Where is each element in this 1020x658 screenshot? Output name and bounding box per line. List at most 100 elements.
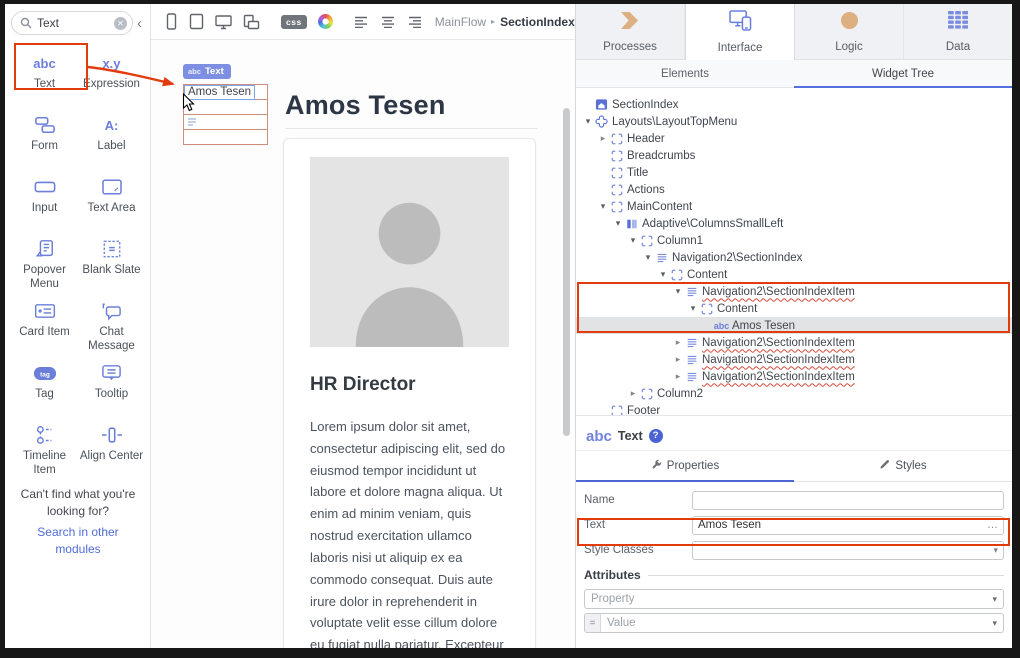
tab-properties[interactable]: Properties — [576, 451, 794, 481]
tab-elements[interactable]: Elements — [576, 60, 794, 87]
caret-down-icon[interactable]: ▾ — [627, 235, 639, 246]
css-editor-button[interactable]: css — [281, 15, 307, 29]
section-index-item[interactable] — [183, 99, 268, 115]
attribute-value-select[interactable]: =Value▾ — [584, 613, 1004, 633]
align-left-icon[interactable] — [354, 16, 370, 28]
caret-right-icon[interactable]: ▸ — [672, 371, 684, 382]
caret-down-icon[interactable]: ▾ — [657, 269, 669, 280]
preview-phone-icon[interactable] — [165, 13, 178, 30]
align-right-icon[interactable] — [408, 16, 424, 28]
tab-logic[interactable]: Logic — [795, 4, 904, 59]
align-center-icon[interactable] — [381, 16, 397, 28]
tree-item-sectionindex[interactable]: SectionIndex — [576, 96, 1012, 113]
tree-item-navigation2-sectionindexitem[interactable]: ▸Navigation2\SectionIndexItem — [576, 351, 1012, 368]
tree-item-breadcrumbs[interactable]: Breadcrumbs — [576, 147, 1012, 164]
tree-item-navigation2-sectionindexitem[interactable]: ▸Navigation2\SectionIndexItem — [576, 368, 1012, 385]
toolbox-item-input[interactable]: Input — [11, 170, 78, 232]
tree-item-layouts-layouttopmenu[interactable]: ▾Layouts\LayoutTopMenu — [576, 113, 1012, 130]
equals-icon: = — [585, 614, 601, 632]
list-icon — [684, 337, 699, 349]
tree-item-content[interactable]: ▾Content — [576, 300, 1012, 317]
toolbox-item-label: Card Item — [19, 326, 70, 340]
toolbox-item-timeline-item[interactable]: Timeline Item — [11, 418, 78, 480]
tree-item-header[interactable]: ▸Header — [576, 130, 1012, 147]
toolbox-item-label[interactable]: A:Label — [78, 108, 145, 170]
dropdown-caret-icon[interactable]: ▾ — [992, 618, 1003, 629]
caret-down-icon[interactable]: ▾ — [612, 218, 624, 229]
breadcrumb-flow-link[interactable]: MainFlow — [435, 15, 486, 29]
theme-colors-icon[interactable] — [318, 14, 333, 29]
app-window: Text ✕ ‹ abcTextx.yExpressionFormA:Label… — [5, 4, 1012, 648]
style-classes-input[interactable]: ▾ — [692, 541, 1004, 560]
caret-right-icon[interactable]: ▸ — [597, 133, 609, 144]
toolbox-item-text[interactable]: abcText — [11, 46, 78, 108]
dropdown-caret-icon[interactable]: ▾ — [992, 594, 1003, 605]
toolbox-item-tag[interactable]: tagTag — [11, 356, 78, 418]
tree-item-content[interactable]: ▾Content — [576, 266, 1012, 283]
toolbox-item-chat-message[interactable]: Chat Message — [78, 294, 145, 356]
help-icon[interactable]: ? — [649, 429, 663, 443]
toolbox-item-form[interactable]: Form — [11, 108, 78, 170]
caret-right-icon[interactable]: ▸ — [672, 337, 684, 348]
tree-item-navigation2-sectionindexitem[interactable]: ▸Navigation2\SectionIndexItem — [576, 334, 1012, 351]
toolbox-item-tooltip[interactable]: Tooltip — [78, 356, 145, 418]
list-icon — [654, 252, 669, 264]
collapse-panel-icon[interactable]: ‹ — [137, 15, 142, 32]
search-other-modules-link[interactable]: Search in other modules — [13, 524, 143, 559]
tab-styles[interactable]: Styles — [794, 451, 1012, 481]
preview-desktop-icon[interactable] — [215, 14, 232, 30]
avatar-placeholder-image[interactable] — [310, 157, 509, 347]
caret-down-icon[interactable]: ▾ — [687, 303, 699, 314]
toolbox-item-expression[interactable]: x.yExpression — [78, 46, 145, 108]
tree-item-navigation2-sectionindexitem[interactable]: ▾Navigation2\SectionIndexItem — [576, 283, 1012, 300]
section-index-item[interactable] — [183, 114, 268, 130]
dropdown-caret-icon[interactable]: ▾ — [993, 545, 998, 556]
section-index-widget[interactable]: Amos Tesen — [183, 84, 268, 145]
placeholder-icon — [609, 150, 624, 162]
tree-item-actions[interactable]: Actions — [576, 181, 1012, 198]
attribute-property-select[interactable]: Property▾ — [584, 589, 1004, 609]
expand-editor-button[interactable]: … — [987, 519, 998, 531]
section-index-item[interactable] — [183, 129, 268, 145]
toolbox-item-align-center[interactable]: Align Center — [78, 418, 145, 480]
toolbox-item-card-item[interactable]: Card Item — [11, 294, 78, 356]
card-heading[interactable]: HR Director — [310, 374, 509, 396]
text-input[interactable]: Amos Tesen… — [692, 516, 1004, 535]
caret-down-icon[interactable]: ▾ — [672, 286, 684, 297]
selected-text-widget[interactable]: Amos Tesen — [184, 85, 255, 100]
rotate-device-icon[interactable] — [243, 14, 260, 30]
abc-icon: abc — [586, 428, 612, 445]
search-input[interactable]: Text ✕ — [11, 11, 133, 35]
tooltip-icon — [101, 360, 122, 386]
tab-widget-tree[interactable]: Widget Tree — [794, 60, 1012, 87]
tree-item-navigation2-sectionindex[interactable]: ▾Navigation2\SectionIndex — [576, 249, 1012, 266]
toolbox-item-popover-menu[interactable]: Popover Menu — [11, 232, 78, 294]
tree-item-title[interactable]: Title — [576, 164, 1012, 181]
profile-card[interactable]: HR Director Lorem ipsum dolor sit amet, … — [283, 138, 536, 648]
abc-icon: abc — [714, 321, 729, 331]
toolbox-item-text-area[interactable]: Text Area — [78, 170, 145, 232]
tab-interface[interactable]: Interface — [685, 4, 795, 60]
label-icon: A: — [105, 112, 119, 138]
page-title[interactable]: Amos Tesen — [285, 90, 446, 121]
caret-right-icon[interactable]: ▸ — [672, 354, 684, 365]
caret-down-icon[interactable]: ▾ — [642, 252, 654, 263]
caret-down-icon[interactable]: ▾ — [582, 116, 594, 127]
caret-down-icon[interactable]: ▾ — [597, 201, 609, 212]
tree-item-amos-tesen[interactable]: abcAmos Tesen — [576, 317, 1012, 334]
tree-item-column2[interactable]: ▸Column2 — [576, 385, 1012, 402]
caret-right-icon[interactable]: ▸ — [627, 388, 639, 399]
toolbox-item-blank-slate[interactable]: Blank Slate — [78, 232, 145, 294]
preview-tablet-icon[interactable] — [189, 13, 204, 30]
card-body-text[interactable]: Lorem ipsum dolor sit amet, consectetur … — [310, 416, 509, 648]
tab-processes[interactable]: Processes — [576, 4, 685, 59]
tree-item-maincontent[interactable]: ▾MainContent — [576, 198, 1012, 215]
canvas-scrollbar[interactable] — [563, 108, 570, 436]
tab-data[interactable]: Data — [904, 4, 1012, 59]
section-index-item[interactable]: Amos Tesen — [183, 84, 268, 100]
name-input[interactable] — [692, 491, 1004, 510]
clear-search-icon[interactable]: ✕ — [114, 17, 127, 30]
svg-text:tag: tag — [40, 371, 50, 378]
tree-item-column1[interactable]: ▾Column1 — [576, 232, 1012, 249]
tree-item-adaptive-columnssmallleft[interactable]: ▾Adaptive\ColumnsSmallLeft — [576, 215, 1012, 232]
